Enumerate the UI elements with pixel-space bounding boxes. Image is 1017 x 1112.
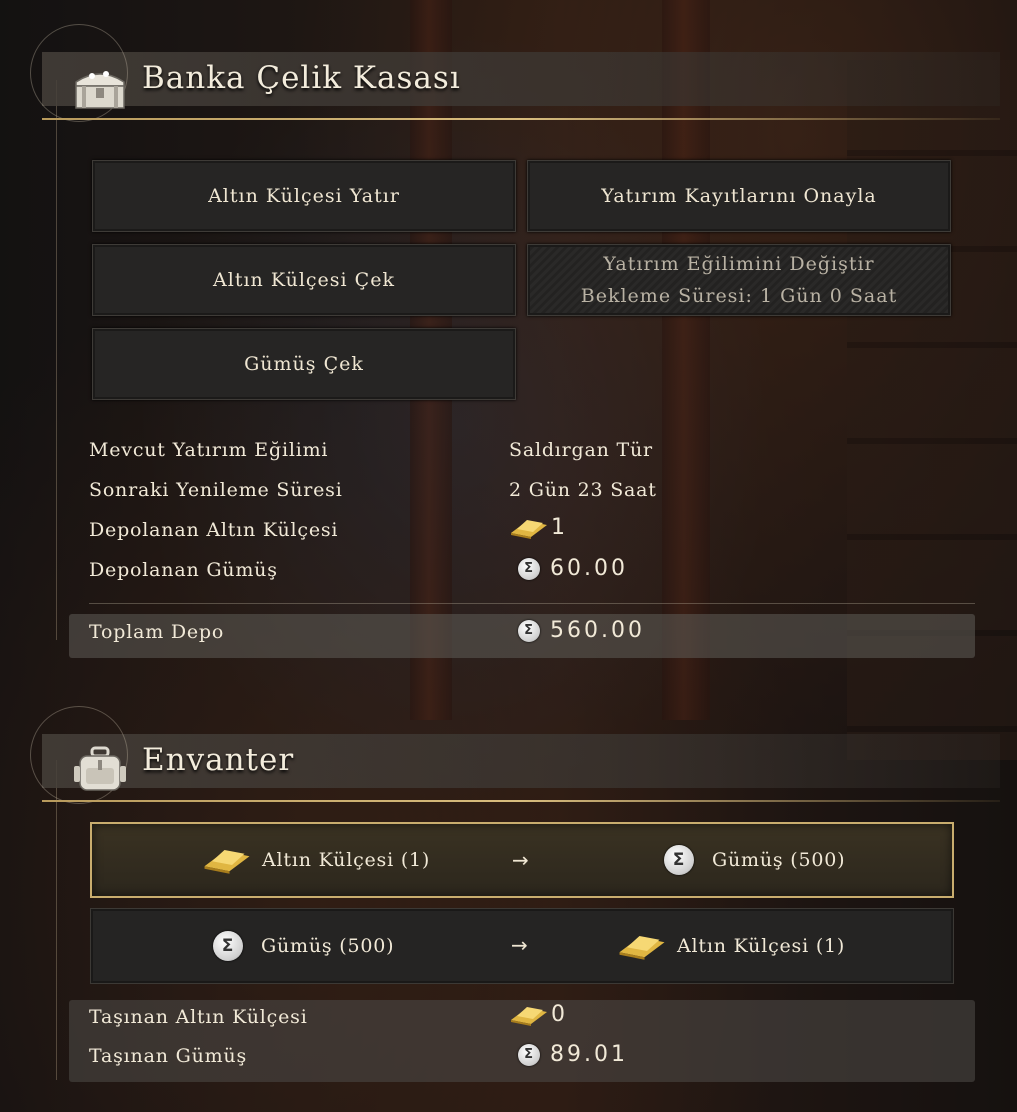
inventory-title: Envanter (142, 742, 295, 778)
total-value: 560.00 (550, 618, 645, 643)
exchange-to-label: Gümüş (500) (712, 849, 846, 871)
silver-coin-icon: Σ (664, 845, 694, 875)
total-label: Toplam Depo (89, 621, 225, 643)
total-row: Σ 560.00 (518, 618, 645, 643)
panel-guide-line (56, 80, 57, 640)
tendency-value: Saldırgan Tür (509, 439, 653, 461)
stored-silver-value: 60.00 (550, 556, 628, 581)
carried-silver-label: Taşınan Gümüş (89, 1045, 248, 1067)
stored-gold-label: Depolanan Altın Külçesi (89, 519, 339, 541)
gold-bar-icon (511, 1006, 547, 1026)
exchange-to: Σ Gümüş (500) (664, 824, 845, 896)
stored-gold-row: 1 (509, 515, 568, 540)
exchange-from-label: Altın Külçesi (1) (262, 849, 431, 871)
withdraw-gold-button[interactable]: Altın Külçesi Çek (92, 244, 516, 316)
cooldown-label: Bekleme Süresi: 1 Gün 0 Saat (580, 285, 898, 307)
backpack-icon (74, 746, 126, 791)
inventory-section-header: Envanter (30, 706, 1000, 804)
silver-coin-icon: Σ (518, 1043, 540, 1066)
gold-bar-icon (204, 850, 250, 874)
bank-section-header: Banka Çelik Kasası (30, 24, 1000, 122)
change-tendency-label: Yatırım Eğilimini Değiştir (603, 253, 875, 275)
panel-guide-line (56, 760, 57, 1080)
stored-gold-value: 1 (551, 515, 568, 540)
carried-gold-label: Taşınan Altın Külçesi (89, 1006, 308, 1028)
bank-title: Banka Çelik Kasası (142, 60, 461, 96)
tendency-label: Mevcut Yatırım Eğilimi (89, 439, 329, 461)
silver-coin-icon: Σ (518, 557, 540, 580)
exchange-arrow: → (512, 848, 529, 872)
header-underline (42, 118, 1000, 120)
silver-coin-icon: Σ (518, 619, 540, 642)
stored-silver-label: Depolanan Gümüş (89, 559, 278, 581)
exchange-to-label: Altın Külçesi (1) (677, 935, 846, 957)
exchange-arrow: → (511, 933, 528, 957)
treasure-chest-icon (75, 71, 125, 109)
carried-silver-row: Σ 89.01 (518, 1042, 628, 1067)
carried-gold-row: 0 (509, 1002, 568, 1027)
carried-silver-value: 89.01 (550, 1042, 628, 1067)
gold-to-silver-exchange[interactable]: Altın Külçesi (1) → Σ Gümüş (500) (90, 822, 954, 898)
exchange-from: Σ Gümüş (500) (213, 909, 394, 983)
renewal-value: 2 Gün 23 Saat (509, 479, 657, 501)
withdraw-silver-button[interactable]: Gümüş Çek (92, 328, 516, 400)
carried-gold-value: 0 (551, 1002, 568, 1027)
change-tendency-button[interactable]: Yatırım Eğilimini Değiştir Bekleme Süres… (527, 244, 951, 316)
silver-coin-icon: Σ (213, 931, 243, 961)
deposit-gold-button[interactable]: Altın Külçesi Yatır (92, 160, 516, 232)
exchange-to: Altın Külçesi (1) (617, 909, 845, 983)
confirm-records-button[interactable]: Yatırım Kayıtlarını Onayla (527, 160, 951, 232)
silver-to-gold-exchange[interactable]: Σ Gümüş (500) → Altın Külçesi (1) (90, 908, 954, 984)
stored-silver-row: Σ 60.00 (518, 556, 628, 581)
renewal-label: Sonraki Yenileme Süresi (89, 479, 343, 501)
gold-bar-icon (511, 519, 547, 539)
exchange-from-label: Gümüş (500) (261, 935, 395, 957)
gold-bar-icon (619, 936, 665, 960)
exchange-from: Altın Külçesi (1) (202, 824, 430, 896)
header-underline (42, 800, 1000, 802)
info-divider (89, 603, 975, 604)
